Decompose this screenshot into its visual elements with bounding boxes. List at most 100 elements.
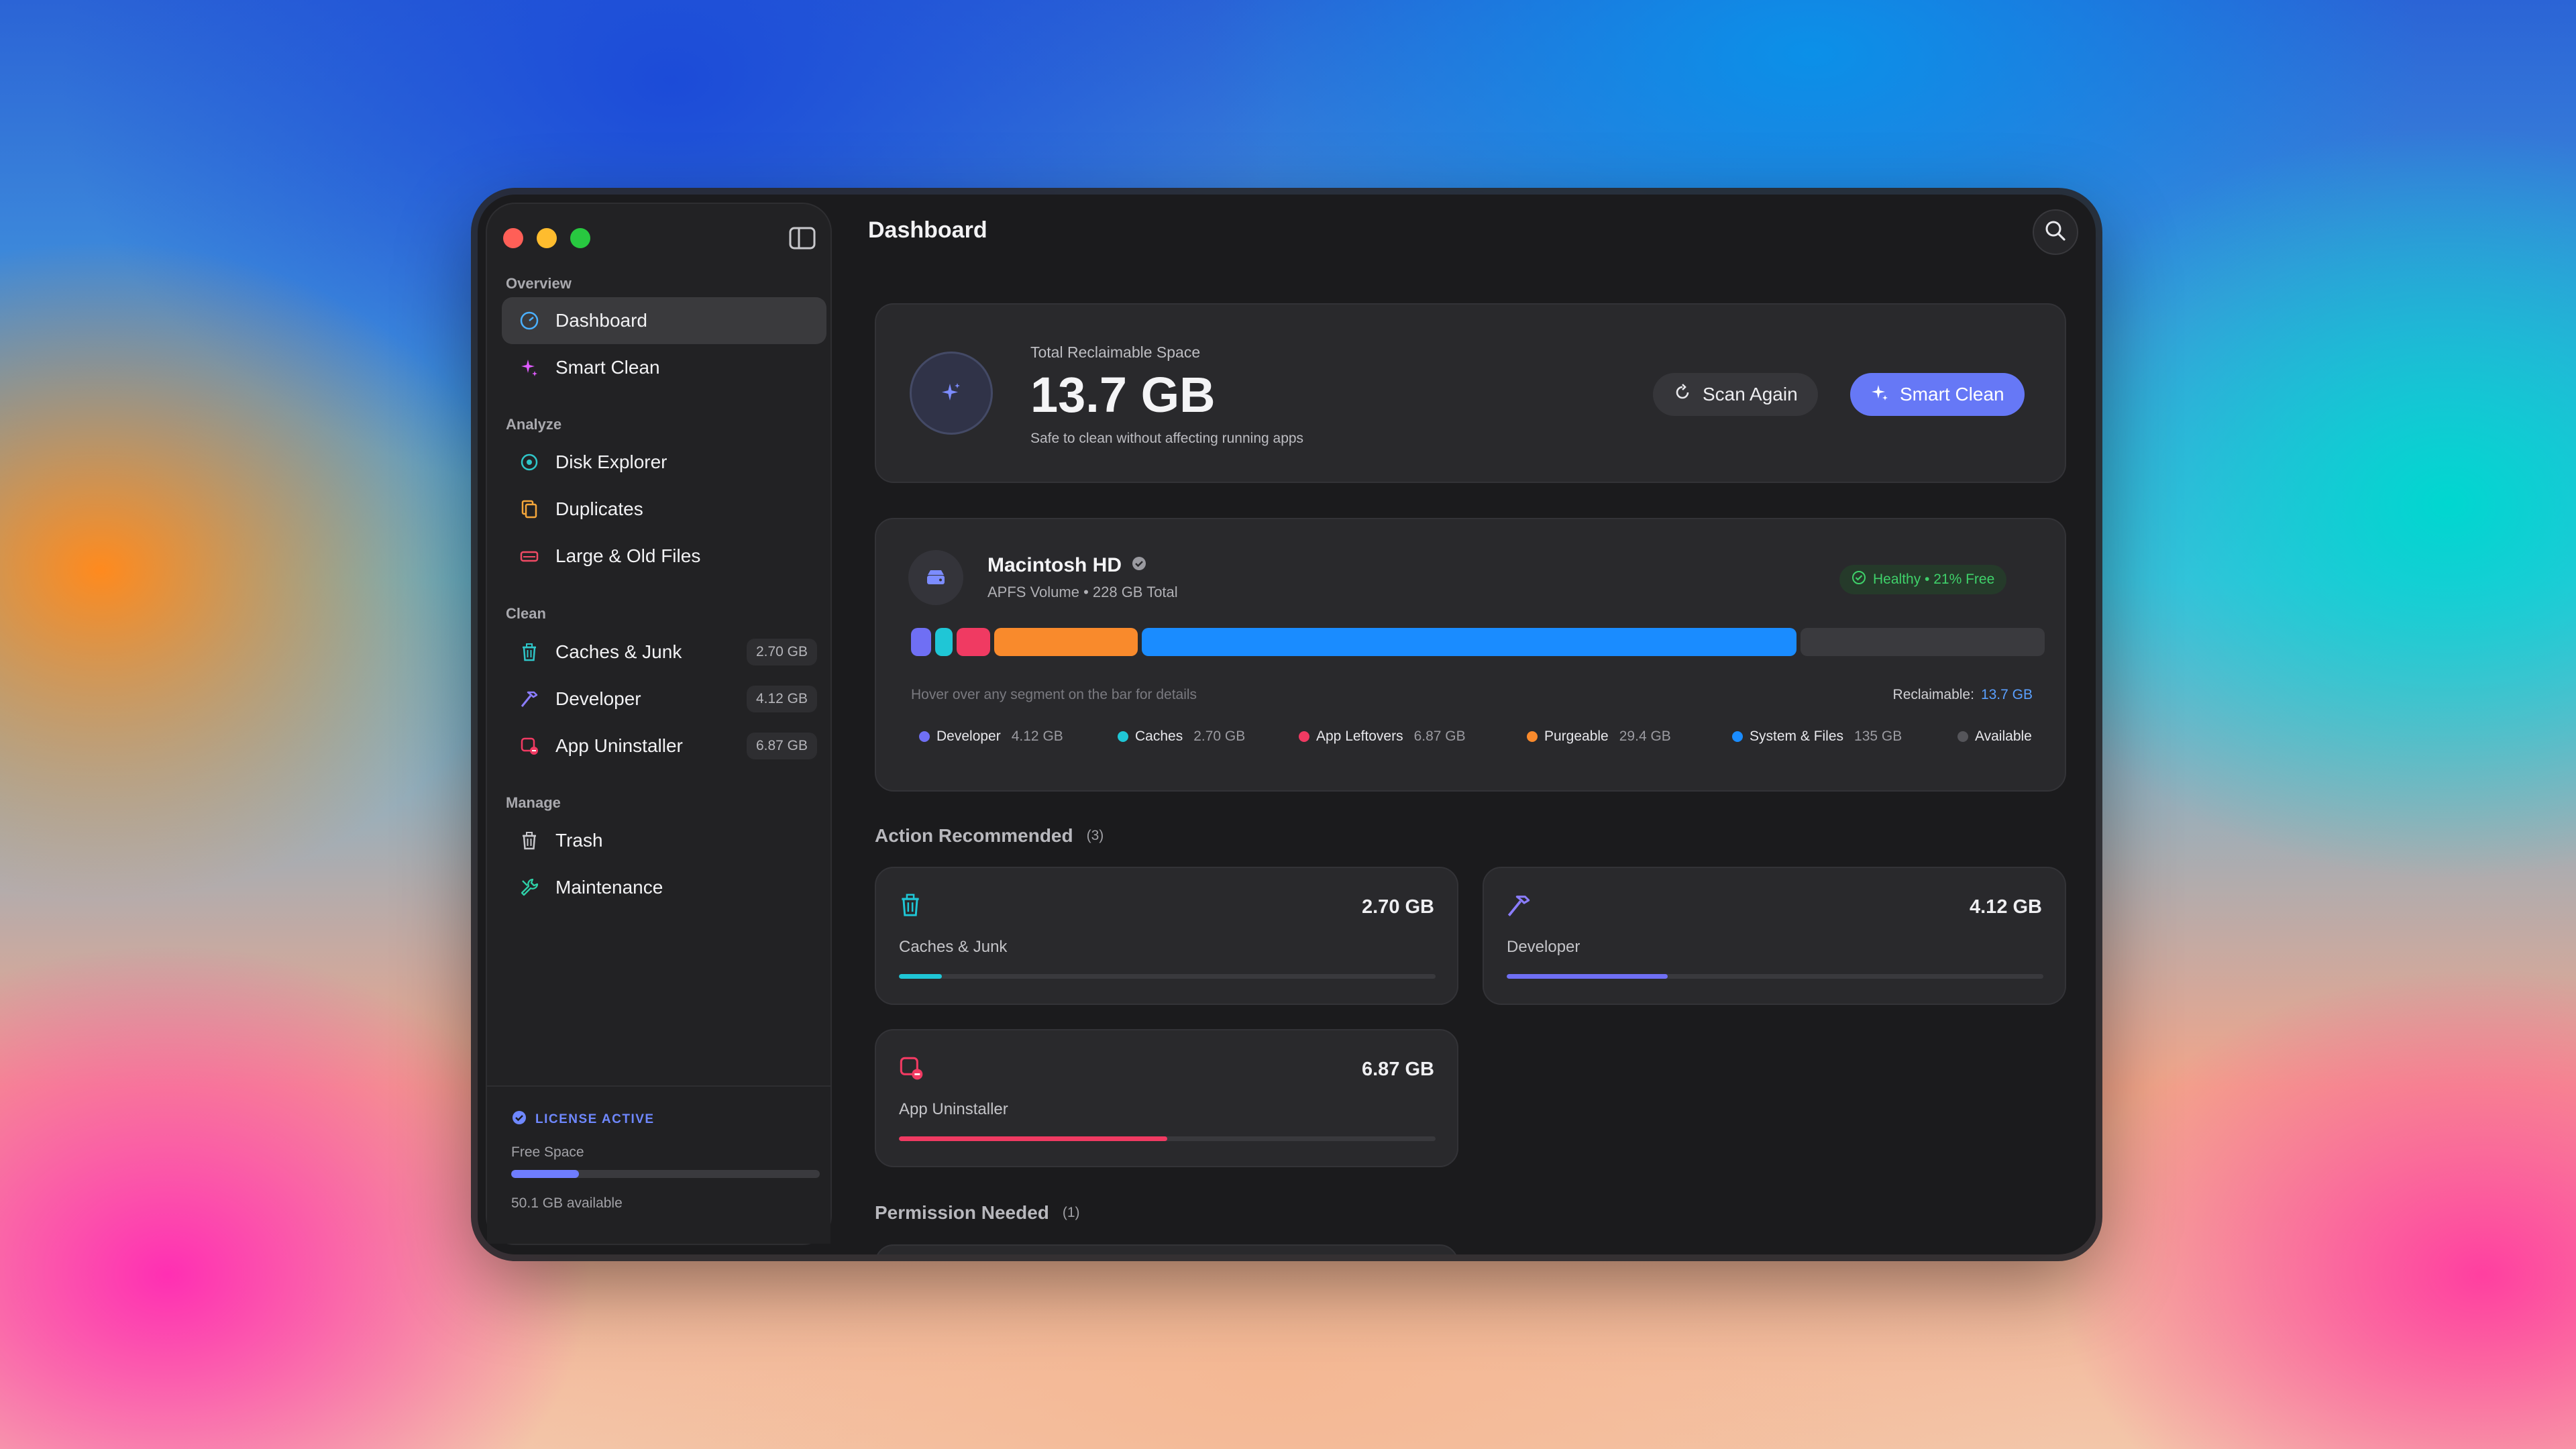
section-manage: Manage xyxy=(506,794,561,811)
search-icon xyxy=(2043,219,2068,246)
sidebar-item-disk-explorer[interactable]: Disk Explorer xyxy=(502,439,826,486)
storage-segment-app-leftovers[interactable] xyxy=(956,628,990,656)
hover-hint: Hover over any segment on the bar for de… xyxy=(911,687,1197,702)
wrench-icon xyxy=(518,876,541,899)
disk-name-text: Macintosh HD xyxy=(987,554,1122,576)
reclaimable-space-card: Total Reclaimable Space 13.7 GB Safe to … xyxy=(875,303,2066,483)
license-panel: LICENSE ACTIVE Free Space 50.1 GB availa… xyxy=(487,1085,830,1244)
sidebar-item-label: Caches & Junk xyxy=(555,641,682,662)
legend-item: App Leftovers 6.87 GB xyxy=(1299,729,1466,745)
action-size: 6.87 GB xyxy=(1362,1059,1434,1080)
sidebar-item-maintenance[interactable]: Maintenance xyxy=(502,864,826,911)
reclaimable-amount: 13.7 GB xyxy=(1980,687,2033,702)
action-size: 4.12 GB xyxy=(1970,896,2042,918)
verified-badge-icon xyxy=(511,1110,527,1129)
reclaimable-value: 13.7 GB xyxy=(1030,367,1216,423)
legend-swatch xyxy=(1957,731,1968,742)
legend-label: System & Files xyxy=(1750,729,1844,744)
legend-swatch xyxy=(1527,731,1538,742)
action-name: App Uninstaller xyxy=(899,1100,1008,1118)
page-title: Dashboard xyxy=(868,217,987,243)
size-badge: 6.87 GB xyxy=(746,733,817,759)
sidebar-item-smart-clean[interactable]: Smart Clean xyxy=(502,344,826,391)
size-badge: 4.12 GB xyxy=(746,686,817,712)
legend-item: Available xyxy=(1957,729,2032,745)
sidebar-item-label: Trash xyxy=(555,830,603,851)
refresh-icon xyxy=(1673,383,1692,407)
action-size: 2.70 GB xyxy=(1362,896,1434,918)
app-window: Overview Dashboard Smart Clean Analyze D… xyxy=(478,195,2096,1254)
license-status-text: LICENSE ACTIVE xyxy=(535,1112,655,1126)
sparkle-icon xyxy=(1870,383,1889,407)
section-analyze: Analyze xyxy=(506,416,562,433)
legend-swatch xyxy=(919,731,930,742)
check-circle-icon xyxy=(1851,570,1866,589)
zoom-button[interactable] xyxy=(570,228,590,248)
sparkle-icon xyxy=(518,356,541,379)
sidebar-item-duplicates[interactable]: Duplicates xyxy=(502,486,826,533)
sidebar-item-dashboard[interactable]: Dashboard xyxy=(502,297,826,344)
sidebar-toggle-icon[interactable] xyxy=(789,227,816,250)
reclaimable-summary: Reclaimable: 13.7 GB xyxy=(1893,687,2033,703)
minimize-button[interactable] xyxy=(537,228,557,248)
storage-segment-developer[interactable] xyxy=(911,628,931,656)
action-progress xyxy=(1507,974,2043,979)
sidebar-item-developer[interactable]: Developer 4.12 GB xyxy=(502,676,826,722)
storage-legend: Developer 4.12 GB Caches 2.70 GB App Leftove… xyxy=(919,729,2039,755)
permission-heading-text: Permission Needed xyxy=(875,1202,1049,1223)
sidebar-item-label: Duplicates xyxy=(555,498,643,519)
sidebar-item-label: Disk Explorer xyxy=(555,451,667,472)
search-button[interactable] xyxy=(2033,209,2078,255)
storage-segment-system-files[interactable] xyxy=(1141,628,1796,656)
app-remove-icon xyxy=(898,1055,924,1081)
storage-segment-caches[interactable] xyxy=(934,628,953,656)
sidebar-item-caches-junk[interactable]: Caches & Junk 2.70 GB xyxy=(502,629,826,676)
permission-card[interactable] xyxy=(875,1244,1458,1254)
action-card-developer[interactable]: 4.12 GB Developer xyxy=(1483,867,2066,1005)
disk-name: Macintosh HD xyxy=(987,554,1147,577)
reclaimable-label: Reclaimable: xyxy=(1892,687,1974,702)
verified-icon xyxy=(1131,554,1147,577)
free-space-bar xyxy=(511,1170,820,1178)
sidebar-item-large-old-files[interactable]: Large & Old Files xyxy=(502,533,826,580)
legend-value: 2.70 GB xyxy=(1193,729,1246,744)
size-badge: 2.70 GB xyxy=(746,639,817,665)
scan-again-label: Scan Again xyxy=(1703,384,1798,405)
scan-again-button[interactable]: Scan Again xyxy=(1653,373,1818,416)
license-status: LICENSE ACTIVE xyxy=(511,1110,655,1129)
action-recommended-heading: Action Recommended (3) xyxy=(875,825,1104,847)
sparkle-icon xyxy=(910,352,993,435)
action-card-caches-junk[interactable]: 2.70 GB Caches & Junk xyxy=(875,867,1458,1005)
legend-swatch xyxy=(1299,731,1309,742)
free-space-fill xyxy=(511,1170,580,1178)
free-space-available: 50.1 GB available xyxy=(511,1195,623,1211)
hammer-icon xyxy=(1505,892,1532,919)
storage-segment-available[interactable] xyxy=(1800,628,2045,656)
health-text: Healthy • 21% Free xyxy=(1873,572,1995,587)
reclaimable-note: Safe to clean without affecting running … xyxy=(1030,431,1304,446)
permission-count: (1) xyxy=(1062,1205,1080,1220)
disk-usage-card: Macintosh HD APFS Volume • 228 GB Total … xyxy=(875,518,2066,792)
action-progress xyxy=(899,1136,1436,1141)
smart-clean-button[interactable]: Smart Clean xyxy=(1850,373,2025,416)
storage-segment-purgeable[interactable] xyxy=(994,628,1138,656)
close-button[interactable] xyxy=(503,228,523,248)
sidebar-item-label: Maintenance xyxy=(555,877,663,898)
free-space-label: Free Space xyxy=(511,1144,584,1160)
legend-value: 6.87 GB xyxy=(1413,729,1466,744)
action-count: (3) xyxy=(1086,828,1104,843)
storage-bar[interactable] xyxy=(911,628,2045,656)
legend-swatch xyxy=(1732,731,1743,742)
section-clean: Clean xyxy=(506,605,546,622)
sidebar-item-label: Developer xyxy=(555,688,641,709)
sidebar-item-label: Dashboard xyxy=(555,310,647,331)
legend-value: 135 GB xyxy=(1854,729,1902,744)
sidebar-item-trash[interactable]: Trash xyxy=(502,817,826,864)
action-progress xyxy=(899,974,1436,979)
trash-icon xyxy=(898,892,924,919)
action-progress-fill xyxy=(1507,974,1668,979)
action-progress-fill xyxy=(899,974,942,979)
sidebar-item-app-uninstaller[interactable]: App Uninstaller 6.87 GB xyxy=(502,722,826,769)
legend-item: System & Files 135 GB xyxy=(1732,729,1902,745)
action-card-app-uninstaller[interactable]: 6.87 GB App Uninstaller xyxy=(875,1029,1458,1167)
